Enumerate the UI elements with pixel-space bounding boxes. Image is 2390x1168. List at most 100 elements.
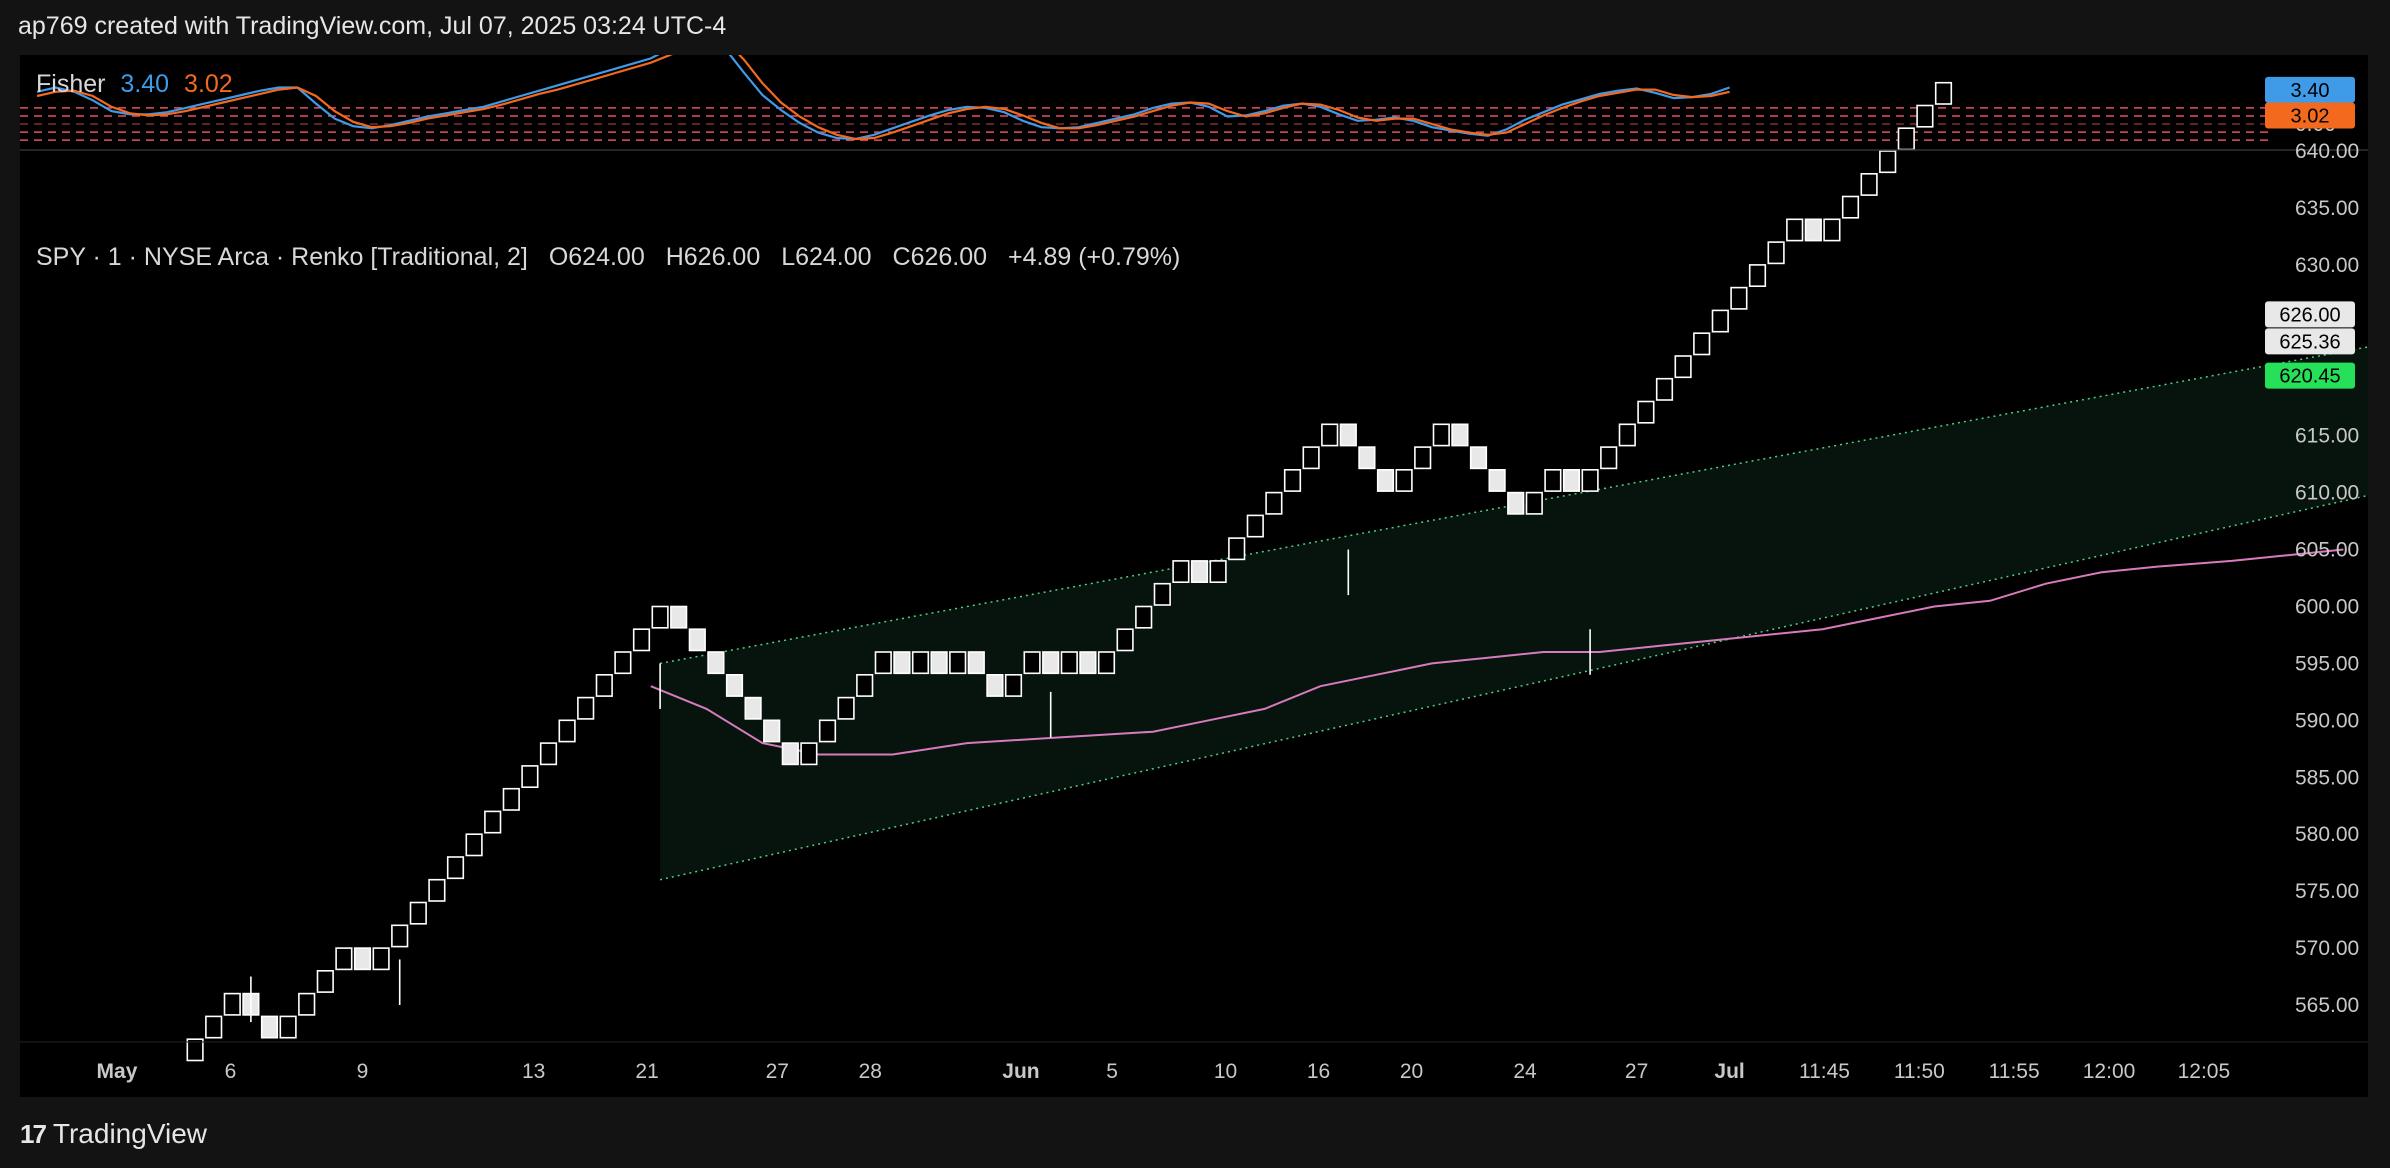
renko-brick-down <box>1079 651 1097 675</box>
time-x-tick: 12:00 <box>2083 1060 2136 1083</box>
renko-brick-up <box>632 628 651 652</box>
renko-brick-down <box>1804 218 1822 242</box>
fisher-line-orange <box>36 55 1730 141</box>
price-y-tick: 585.00 <box>2295 766 2359 789</box>
renko-brick-up <box>502 787 520 811</box>
renko-brick-up <box>298 992 316 1016</box>
price-y-tick: 575.00 <box>2295 880 2359 903</box>
close-price-tag: 626.00 <box>2279 304 2340 326</box>
renko-brick-up <box>800 742 818 766</box>
chart-header: ap769 created with TradingView.com, Jul … <box>18 12 727 40</box>
time-x-tick: 6 <box>225 1060 237 1083</box>
renko-brick-up <box>837 696 855 720</box>
renko-brick-down <box>967 651 985 675</box>
renko-brick-up <box>911 651 930 675</box>
renko-brick-up <box>1265 491 1283 515</box>
renko-brick-up <box>1228 537 1246 561</box>
renko-brick-up <box>1525 491 1543 515</box>
renko-legend[interactable]: SPY · 1 · NYSE Arca · Renko [Traditional… <box>36 243 1194 272</box>
time-x-tick: 12:05 <box>2178 1060 2231 1083</box>
change-value: +4.89 (+0.79%) <box>1008 243 1181 271</box>
renko-brick-down <box>781 742 799 766</box>
renko-brick-down <box>670 605 688 629</box>
renko-brick-up <box>1414 446 1432 470</box>
renko-brick-up <box>856 673 874 697</box>
time-x-tick: 21 <box>635 1060 658 1083</box>
renko-brick-up <box>1246 514 1264 538</box>
renko-brick-up <box>1916 104 1934 128</box>
renko-brick-up <box>372 947 390 971</box>
renko-brick-down <box>1488 468 1506 492</box>
renko-brick-up <box>1283 468 1302 492</box>
renko-brick-up <box>1395 468 1413 492</box>
renko-brick-up <box>1172 560 1190 583</box>
time-x-tick: 20 <box>1400 1060 1423 1083</box>
tradingview-logo-icon: 17 <box>20 1118 47 1149</box>
renko-brick-up <box>1097 651 1116 675</box>
renko-brick-up <box>1581 468 1599 492</box>
time-x-tick: 13 <box>522 1060 545 1083</box>
price-y-tick: 595.00 <box>2295 652 2359 675</box>
renko-brick-down <box>1451 423 1469 447</box>
renko-main-pane <box>186 81 2368 1062</box>
renko-brick-up <box>1432 423 1450 447</box>
renko-brick-up <box>1860 173 1878 196</box>
fisher-legend-orange-value: 3.02 <box>184 70 233 98</box>
renko-brick-up <box>428 878 446 902</box>
last-price-tag: 620.45 <box>2279 366 2340 388</box>
renko-brick-down <box>1358 446 1376 470</box>
chart-frame[interactable]: 8.000.00640.00635.00630.00615.00610.0060… <box>20 55 2368 1097</box>
renko-brick-up <box>1655 377 1674 401</box>
price-y-tick: 565.00 <box>2295 994 2359 1017</box>
high-value: H626.00 <box>665 243 761 271</box>
renko-brick-up <box>651 605 669 629</box>
fisher-legend-label: Fisher <box>36 70 106 98</box>
time-x-tick: 16 <box>1307 1060 1330 1083</box>
renko-brick-up <box>484 810 502 834</box>
renko-brick-up <box>205 1015 223 1039</box>
renko-brick-up <box>1711 309 1729 333</box>
renko-brick-up <box>316 969 334 993</box>
chart-svg[interactable]: 8.000.00640.00635.00630.00615.00610.0060… <box>20 55 2368 1097</box>
renko-brick-up <box>1786 218 1804 242</box>
renko-brick-up <box>1934 81 1953 105</box>
time-x-tick: 24 <box>1513 1060 1537 1083</box>
renko-brick-up <box>1730 286 1748 310</box>
close-value: C626.00 <box>892 243 988 271</box>
price-y-tick: 600.00 <box>2295 595 2359 618</box>
renko-brick-up <box>1060 651 1078 675</box>
renko-brick-up <box>391 924 409 948</box>
renko-brick-up <box>1897 127 1915 151</box>
ma-price-tag: 625.36 <box>2279 331 2340 353</box>
footer-brand[interactable]: 17 TradingView <box>20 1118 207 1150</box>
price-y-tick: 640.00 <box>2295 140 2359 163</box>
brand-name: TradingView <box>52 1118 208 1149</box>
time-x-tick: Jun <box>1002 1060 1039 1083</box>
fisher-orange-price-tag: 3.02 <box>2291 106 2330 128</box>
open-value: O624.00 <box>548 243 645 271</box>
renko-brick-up <box>1321 423 1339 447</box>
renko-brick-up <box>1823 218 1841 242</box>
renko-brick-up <box>1116 628 1134 652</box>
fisher-legend[interactable]: Fisher 3.40 3.02 <box>36 70 233 99</box>
renko-brick-down <box>893 651 911 675</box>
time-x-tick: 27 <box>1625 1060 1648 1083</box>
renko-brick-up <box>1767 241 1785 265</box>
renko-brick-up <box>818 719 837 743</box>
renko-brick-up <box>949 651 967 675</box>
renko-brick-up <box>874 651 892 675</box>
price-y-tick: 580.00 <box>2295 823 2359 846</box>
renko-brick-up <box>1637 400 1655 424</box>
renko-brick-up <box>1153 582 1171 606</box>
renko-brick-down <box>353 947 372 971</box>
renko-brick-up <box>595 673 613 697</box>
renko-brick-down <box>707 651 725 675</box>
time-x-tick: 11:55 <box>1989 1060 2040 1083</box>
renko-brick-up <box>614 651 632 675</box>
renko-brick-up <box>1841 195 1860 219</box>
renko-brick-up <box>1600 446 1618 470</box>
renko-brick-down <box>688 628 706 652</box>
renko-brick-down <box>986 673 1004 697</box>
renko-brick-up <box>1879 150 1897 174</box>
renko-brick-down <box>1562 468 1581 492</box>
